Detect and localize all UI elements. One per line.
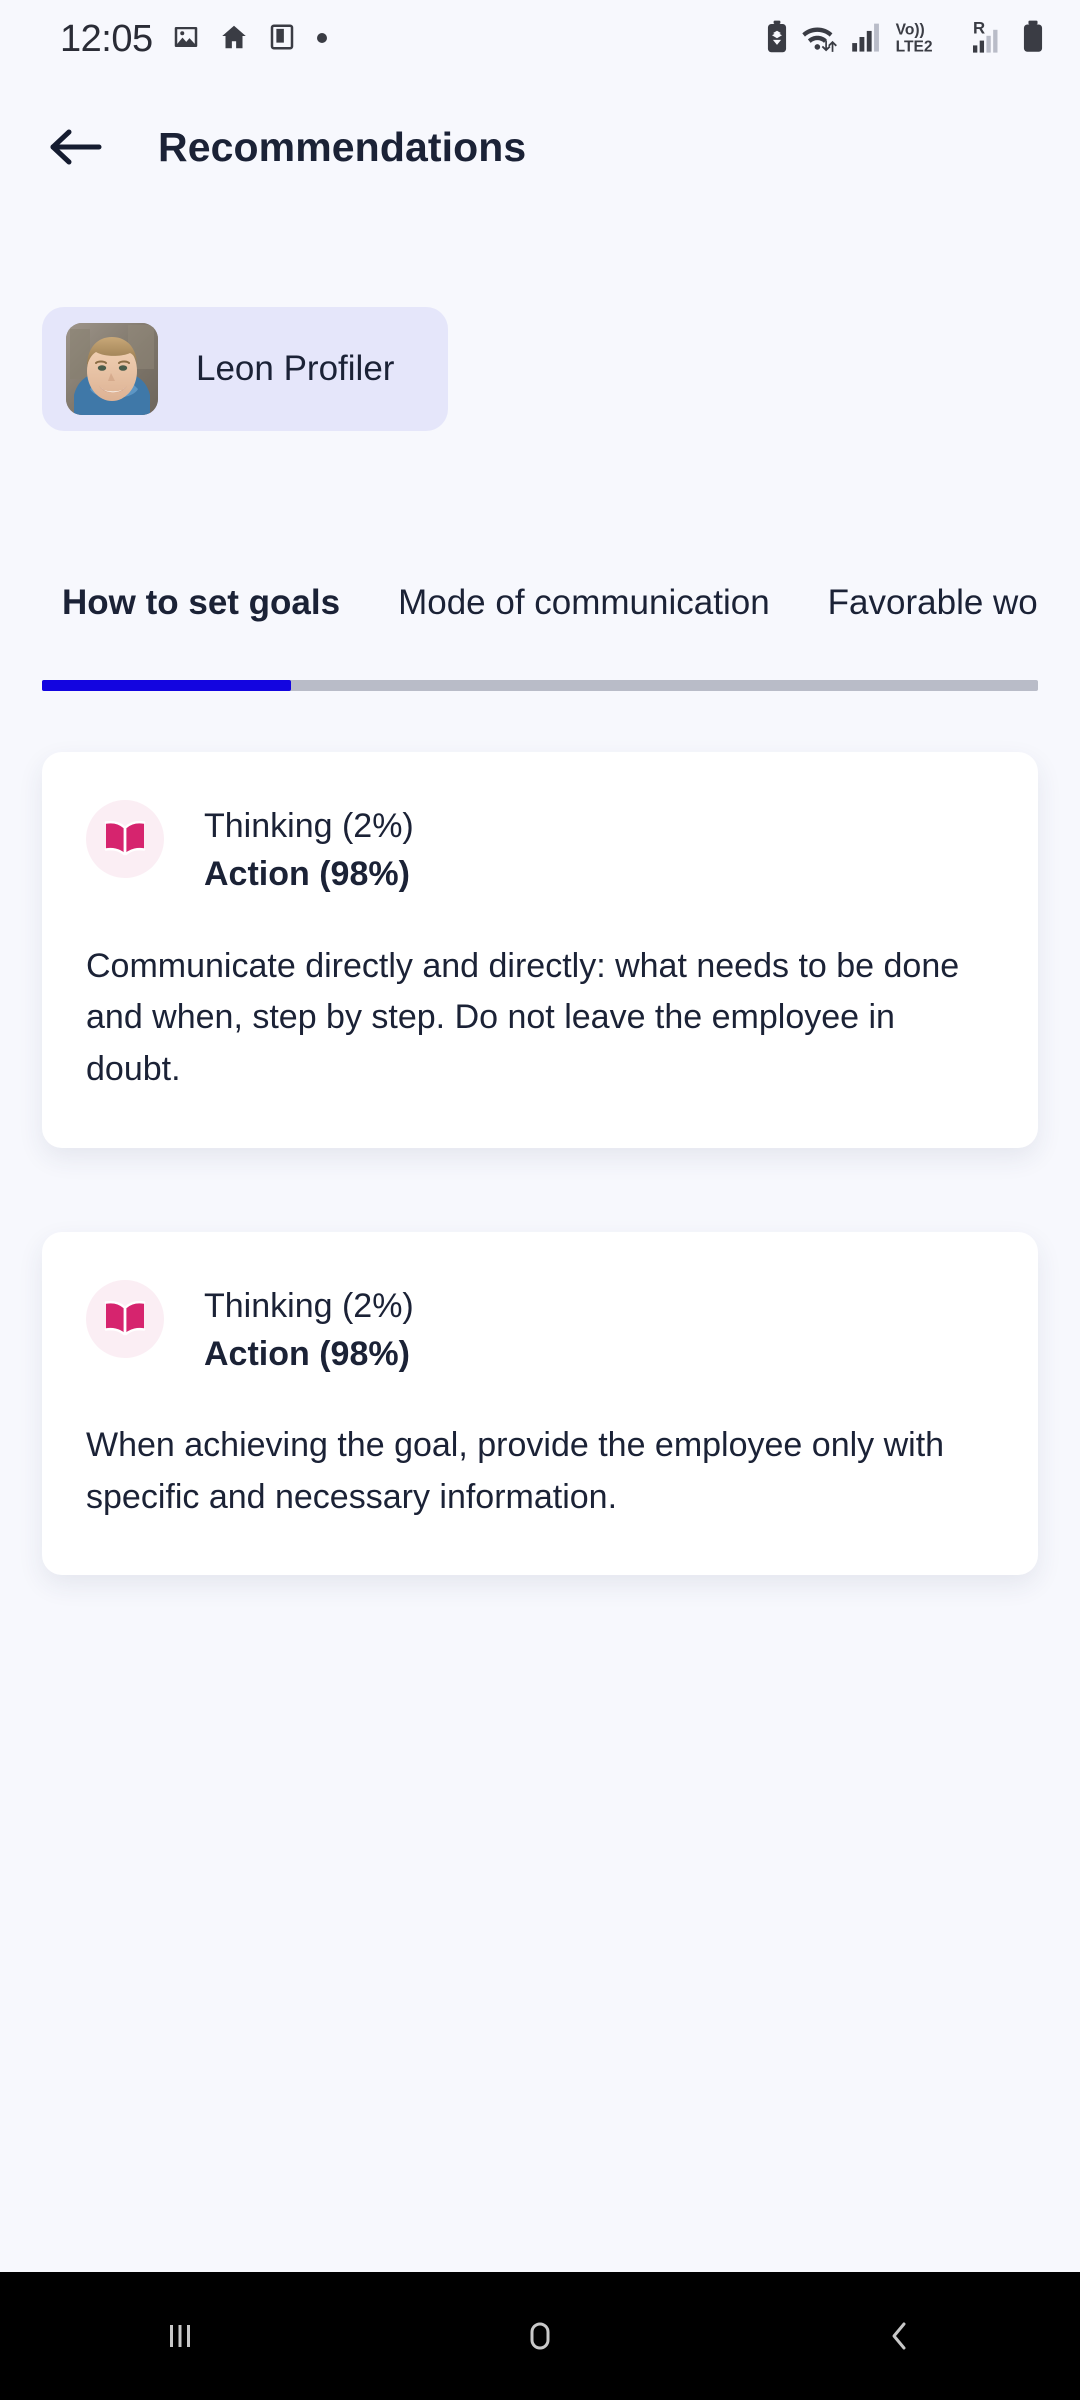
wifi-icon <box>800 20 842 59</box>
roaming-signal-icon: R <box>971 18 1011 60</box>
nav-recents-button[interactable] <box>105 2272 255 2400</box>
card-title-block: Thinking (2%) Action (98%) <box>204 1280 414 1379</box>
recommendation-card-list: Thinking (2%) Action (98%) Communicate d… <box>42 752 1038 1659</box>
battery-saver-icon <box>763 20 791 59</box>
tab-bar: How to set goals Mode of communication F… <box>0 568 1080 638</box>
status-bar-left: 12:05 <box>60 18 329 61</box>
back-chevron-icon <box>892 2322 906 2350</box>
card-body-text: When achieving the goal, provide the emp… <box>86 1426 945 1516</box>
app-root: 12:05 Vo)) LTE2 R Recommendations Leon P… <box>0 0 1080 2400</box>
open-book-icon <box>86 800 164 878</box>
card-thinking-label: Thinking (2%) <box>204 1286 414 1325</box>
card-body-text: Communicate directly and directly: what … <box>86 946 960 1088</box>
home-circle-icon <box>530 2322 550 2350</box>
profile-name: Leon Profiler <box>196 349 395 388</box>
recommendation-card[interactable]: Thinking (2%) Action (98%) When achievin… <box>42 1231 1038 1576</box>
card-action-label: Action (98%) <box>204 855 410 894</box>
tab-favorable-working[interactable]: Favorable wo <box>828 583 1038 623</box>
avatar <box>66 323 158 415</box>
profile-chip[interactable]: Leon Profiler <box>42 307 448 431</box>
page-title: Recommendations <box>158 123 527 170</box>
avatar-photo <box>66 323 158 415</box>
tab-scroll-thumb[interactable] <box>42 680 291 691</box>
svg-text:Vo)): Vo)) <box>896 21 925 38</box>
tab-mode-of-communication[interactable]: Mode of communication <box>398 583 770 623</box>
tab-how-to-set-goals[interactable]: How to set goals <box>62 583 340 623</box>
app-window-icon <box>267 22 297 57</box>
back-button[interactable] <box>40 111 112 183</box>
nav-home-button[interactable] <box>465 2272 615 2400</box>
status-bar-clock: 12:05 <box>60 17 153 60</box>
nav-back-button[interactable] <box>825 2272 975 2400</box>
open-book-icon <box>86 1279 164 1358</box>
status-bar-right: Vo)) LTE2 R <box>763 18 1046 60</box>
recommendation-card[interactable]: Thinking (2%) Action (98%) Communicate d… <box>42 752 1038 1148</box>
card-title-block: Thinking (2%) Action (98%) <box>204 800 414 899</box>
card-thinking-label: Thinking (2%) <box>204 807 414 845</box>
dot-icon <box>315 30 329 49</box>
android-nav-bar <box>0 2272 1080 2400</box>
signal-bars-icon <box>851 21 885 58</box>
card-header: Thinking (2%) Action (98%) <box>86 1279 994 1379</box>
home-icon <box>219 22 249 57</box>
volte-lte2-icon: Vo)) LTE2 <box>894 19 962 60</box>
svg-text:R: R <box>973 19 985 37</box>
tab-scroll-track[interactable] <box>42 680 1038 691</box>
recents-icon <box>170 2325 190 2347</box>
arrow-left-icon <box>50 129 102 165</box>
card-action-label: Action (98%) <box>204 1334 410 1373</box>
svg-text:LTE2: LTE2 <box>896 38 933 55</box>
app-header: Recommendations <box>0 92 1080 202</box>
card-header: Thinking (2%) Action (98%) <box>86 800 994 899</box>
image-icon <box>171 22 201 57</box>
status-bar: 12:05 Vo)) LTE2 R <box>0 0 1080 78</box>
battery-icon <box>1020 20 1046 59</box>
